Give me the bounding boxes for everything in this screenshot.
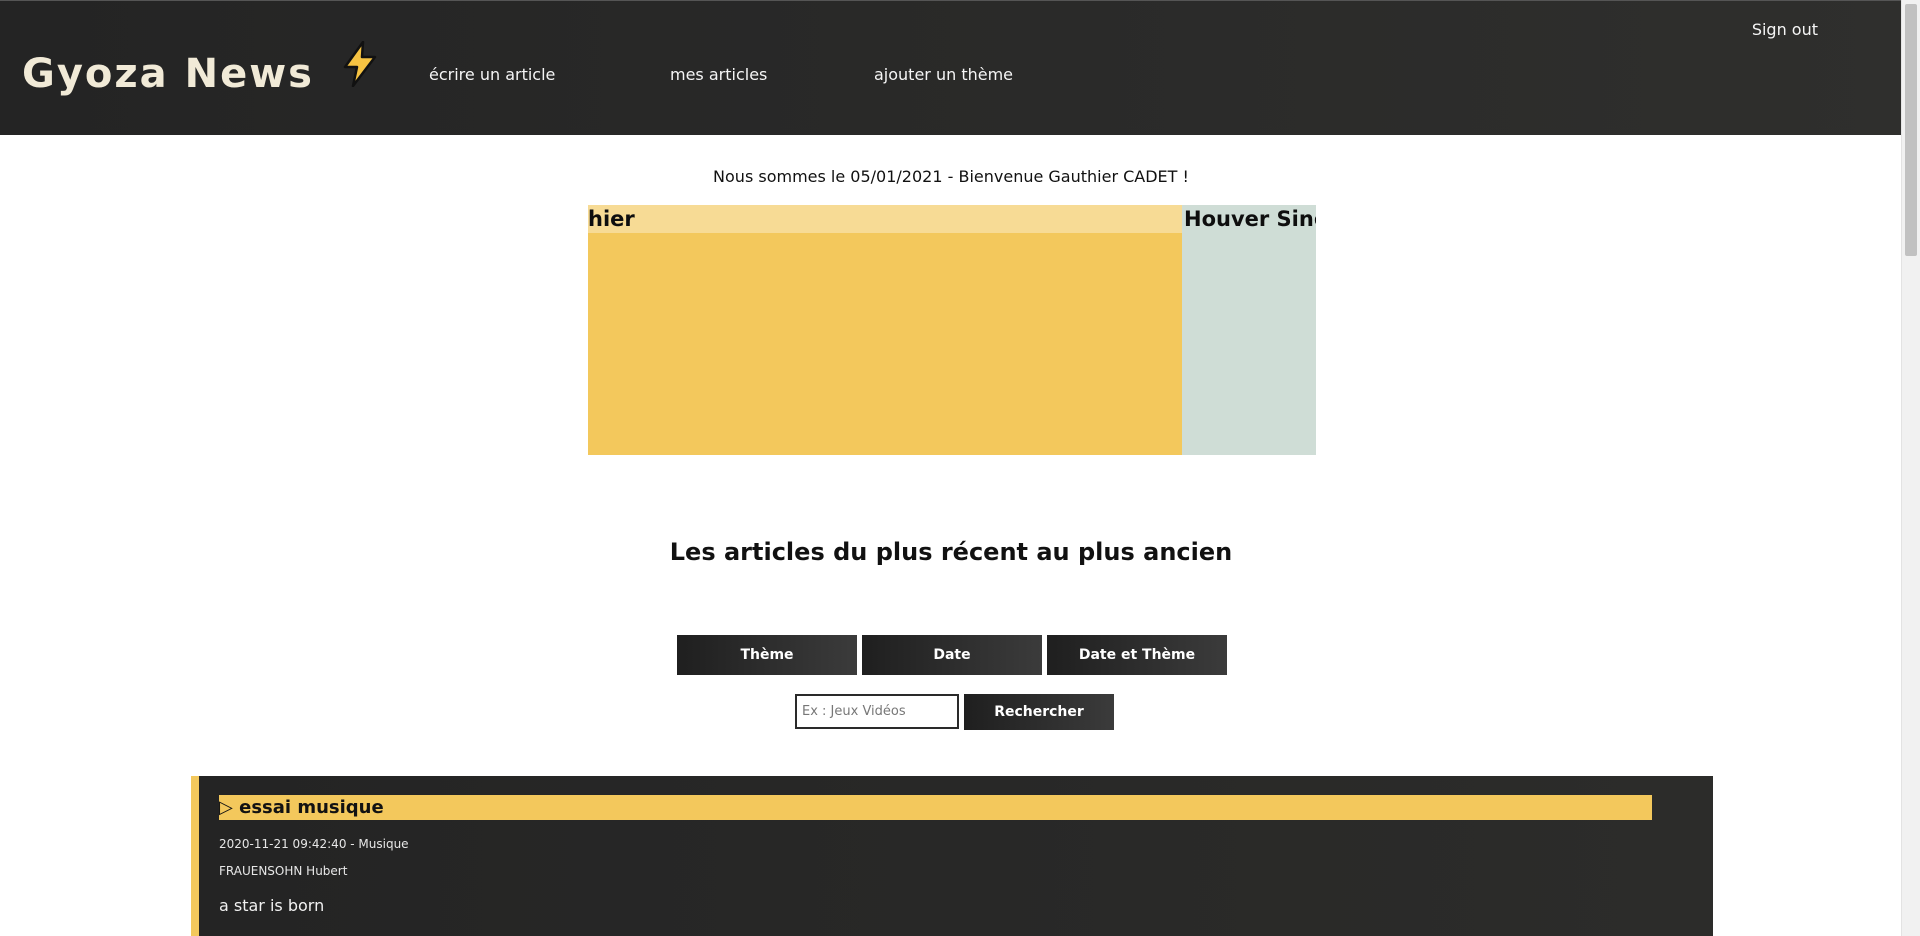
logo-text: Gyoza News <box>22 51 314 97</box>
carousel-slide[interactable]: hier <box>588 205 1182 455</box>
filter-date-theme-button[interactable]: Date et Thème <box>1047 635 1227 675</box>
carousel-slide-title: hier <box>588 205 1182 233</box>
article-title[interactable]: ▷ essai musique <box>219 795 1652 820</box>
filter-date-button[interactable]: Date <box>862 635 1042 675</box>
article-card[interactable]: ▷ essai musique 2020-11-21 09:42:40 - Mu… <box>191 776 1713 936</box>
article-body: a star is born <box>219 896 325 915</box>
search-input[interactable] <box>795 694 959 729</box>
nav-add-theme[interactable]: ajouter un thème <box>874 65 1013 84</box>
lightning-icon <box>338 40 380 97</box>
filter-theme-button[interactable]: Thème <box>677 635 857 675</box>
sign-out-link[interactable]: Sign out <box>1752 20 1818 39</box>
theme-carousel[interactable]: hier Houver Sing <box>588 205 1316 455</box>
welcome-message: Nous sommes le 05/01/2021 - Bienvenue Ga… <box>713 167 1189 186</box>
nav-my-articles[interactable]: mes articles <box>670 65 767 84</box>
carousel-slide[interactable]: Houver Sing <box>1182 205 1316 455</box>
search-button[interactable]: Rechercher <box>964 694 1114 730</box>
page: Gyoza News écrire un article mes article… <box>0 0 1902 936</box>
section-title: Les articles du plus récent au plus anci… <box>669 538 1233 566</box>
site-logo[interactable]: Gyoza News <box>22 40 380 97</box>
nav-write-article[interactable]: écrire un article <box>429 65 555 84</box>
page-scrollbar[interactable] <box>1901 0 1920 936</box>
top-header: Gyoza News écrire un article mes article… <box>0 0 1902 135</box>
scrollbar-thumb[interactable] <box>1905 4 1917 256</box>
search-bar: Rechercher <box>795 694 1114 730</box>
article-author: FRAUENSOHN Hubert <box>219 864 348 878</box>
article-meta: 2020-11-21 09:42:40 - Musique <box>219 837 409 851</box>
carousel-slide-title: Houver Sing <box>1182 205 1316 233</box>
filter-buttons: Thème Date Date et Thème <box>677 635 1227 675</box>
